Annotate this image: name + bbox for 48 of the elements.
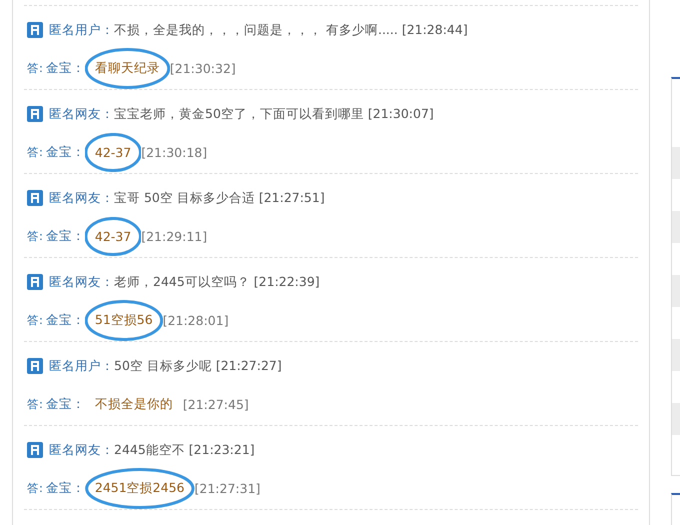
question-text: 老师，2445可以空吗？ [21:22:39] [114,274,320,290]
answer-time: [21:27:45] [182,396,249,412]
user-name[interactable]: 匿名网友： [49,190,114,206]
answer-text: 51空损56 [94,312,153,326]
answer-time: [21:29:11] [141,228,208,244]
question-icon [27,22,43,38]
question-text: 宝哥 50空 目标多少合适 [21:27:51] [114,190,325,206]
question-text: 宝宝老师，黄金50空了，下面可以看到哪里 [21:30:07] [114,106,434,122]
answer-label: 答: [27,312,43,328]
question-icon [27,190,43,206]
user-name[interactable]: 匿名用户： [49,358,114,374]
answer-time: [21:30:18] [141,144,208,160]
question-icon [27,274,43,290]
question-icon [27,106,43,122]
answerer-name[interactable]: 金宝 [46,396,72,412]
user-name[interactable]: 匿名网友： [49,106,114,122]
user-name[interactable]: 匿名网友： [49,274,114,290]
answer-text: 42-37 [94,144,132,160]
colon-text: ： [72,144,85,160]
question-text: 不损，全是我的，，，问题是，，， 有多少啊..... [21:28:44] [114,22,468,38]
colon-text: ： [72,396,85,412]
answer-time: [21:28:01] [162,312,229,328]
answerer-name[interactable]: 金宝 [46,60,72,76]
answerer-name[interactable]: 金宝 [46,480,72,496]
answer-label: 答: [27,396,43,412]
answer-text: 看聊天纪录 [94,60,160,74]
colon-text: ： [72,312,85,328]
answerer-name[interactable]: 金宝 [46,228,72,244]
answer-label: 答: [27,480,43,496]
colon-text: ： [72,480,85,496]
answer-time: [21:27:31] [194,480,260,496]
answerer-name[interactable]: 金宝 [46,312,72,328]
user-name[interactable]: 匿名用户： [49,22,114,38]
question-text: 2445能空不 [21:23:21] [114,442,255,458]
question-icon [27,442,43,458]
answer-text: 不损全是你的 [94,396,173,410]
answer-text: 2451空损2456 [94,480,184,494]
colon-text: ： [72,228,85,244]
answer-label: 答: [27,60,43,76]
answer-time: [21:30:32] [170,60,236,76]
answerer-name[interactable]: 金宝 [46,144,72,160]
answer-text: 42-37 [94,228,132,244]
question-icon [27,358,43,374]
colon-text: ： [72,60,85,76]
answer-label: 答: [27,228,43,244]
user-name[interactable]: 匿名网友： [49,442,114,458]
answer-label: 答: [27,144,43,160]
question-text: 50空 目标多少呢 [21:27:27] [114,358,282,374]
